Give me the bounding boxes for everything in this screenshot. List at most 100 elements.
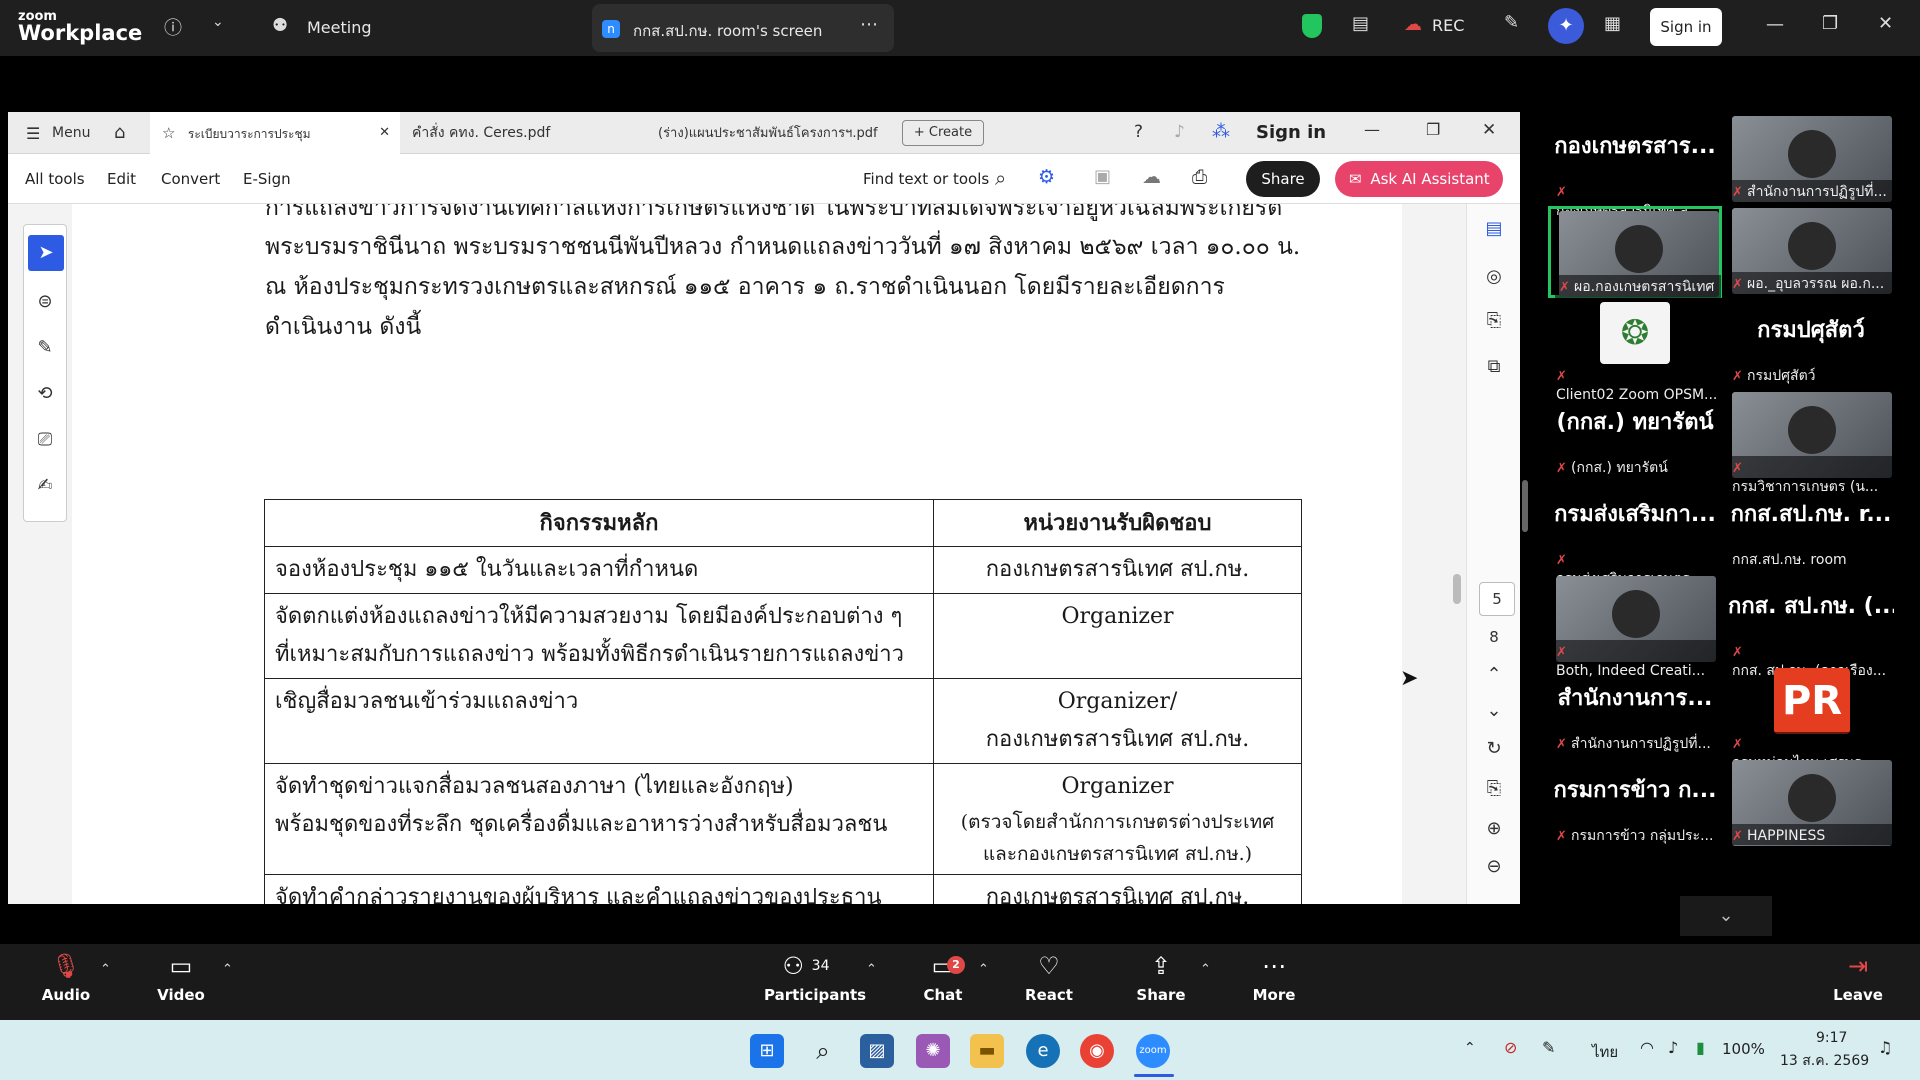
participants-button[interactable]: ⚇ 34 Participants [764,946,866,1004]
clock-time[interactable]: 9:17 [1816,1030,1847,1046]
page-number-input[interactable]: 5 [1479,582,1515,616]
scrollbar-thumb[interactable] [1453,574,1461,604]
tab-close-icon[interactable]: ✕ [379,112,390,154]
photos-app-icon[interactable]: ▨ [860,1034,894,1068]
rotate-icon[interactable]: ↻ [1467,738,1520,759]
meeting-label[interactable]: Meeting [307,18,372,37]
network-blocked-icon[interactable]: ⊘ [1504,1038,1517,1057]
bell-icon[interactable]: ♪ [1174,122,1185,142]
participant-tile[interactable]: ✗ Both, Indeed Creati... [1548,574,1722,680]
rec-label[interactable]: REC [1432,16,1464,35]
react-button[interactable]: ♡ React [1009,946,1089,1004]
security-shield-icon[interactable] [1302,14,1322,38]
clock-date[interactable]: 13 ส.ค. 2569 [1780,1050,1869,1072]
annotate-icon[interactable]: ✎ [1504,12,1519,33]
print-icon[interactable]: ⎙ [1192,166,1207,188]
draw-lasso-icon[interactable]: ⟲ [30,379,60,409]
gallery-next-page-icon[interactable]: ⌄ [1680,896,1772,936]
tool-convert[interactable]: Convert [161,170,220,188]
volume-icon[interactable]: ♪ [1668,1038,1678,1057]
share-caret[interactable]: ⌃ [1200,962,1211,977]
zoom-out-icon[interactable]: ⊖ [1467,856,1520,877]
participant-tile[interactable]: ✗ ผอ._อุบลวรรณ ผอ.ก... [1724,206,1898,298]
hamburger-menu-icon[interactable]: ☰ [26,124,40,143]
page-up-icon[interactable]: ⌃ [1467,664,1520,685]
pages-icon[interactable]: ⧉ [1467,356,1520,377]
document-page[interactable]: การแถลงข่าวการจัดงานเทศกาลแห่งการเกษตรแห… [72,204,1402,904]
edge-icon[interactable]: e [1026,1034,1060,1068]
pen-icon[interactable]: ✎ [1542,1038,1555,1057]
windows-start-icon[interactable]: ⊞ [750,1034,784,1068]
participant-tile[interactable]: ✗ กรมวิชาการเกษตร (น... [1724,390,1898,499]
leave-button[interactable]: ⇥ Leave [1818,946,1898,1004]
ask-ai-button[interactable]: ✉ Ask AI Assistant [1335,161,1503,197]
sign-icon[interactable]: ✍ [30,471,60,501]
acro-minimize-icon[interactable]: — [1364,120,1380,139]
language-indicator[interactable]: ไทย [1592,1040,1618,1064]
more-options-icon[interactable]: ⋯ [860,14,878,35]
participant-tile[interactable]: ✗ HAPPINESS [1724,758,1898,850]
upload-cloud-icon[interactable]: ☁ [1142,166,1161,188]
participant-tile[interactable]: กกส.สป.กษ. r... กกส.สป.กษ. room [1724,482,1898,574]
participant-tile[interactable]: สำนักงานการ... ✗ สำนักงานการปฏิรูปที่... [1548,666,1722,758]
create-button[interactable]: + Create [902,120,984,146]
apps-grid-icon[interactable]: ⁂ [1212,121,1230,142]
extract-page-icon[interactable]: ⎘ [1467,778,1520,799]
participant-tile[interactable]: ✗ ผอ.กองเกษตรสารนิเทศ [1548,206,1722,299]
participant-tile[interactable]: กรมส่งเสริมกา...✗ กรมส่งเสริมการเกษตร... [1548,482,1722,591]
file-explorer-icon[interactable]: ▬ [970,1034,1004,1068]
acro-close-icon[interactable]: ✕ [1482,120,1496,140]
ai-tools-icon[interactable]: ⚙ [1038,166,1055,188]
participant-tile[interactable]: PR✗ กรมหม่อนไหม เศรษฐ... [1724,666,1898,775]
bookmarks-icon[interactable]: ⎘ [1467,310,1520,331]
participant-tile[interactable]: กรมการข้าว ก... ✗ กรมการข้าว กลุ่มประ... [1548,758,1722,850]
comment-icon[interactable]: ⊜ [30,287,60,317]
tray-overflow-icon[interactable]: ⌃ [1464,1040,1476,1056]
battery-icon[interactable]: ▮ [1696,1038,1705,1057]
tab-pr-plan[interactable]: (ร่าง)แผนประชาสัมพันธ์โครงการฯ.pdf [658,112,898,154]
participant-tile[interactable]: ✗ สำนักงานการปฏิรูปที่... [1724,114,1898,206]
screen-share-tab[interactable]: n กกส.สป.กษ. room's screen ⋯ [592,4,894,52]
participant-tile[interactable]: กกส. สป.กษ. (...✗ กกส. สป.กษ. (ดาวเรือง.… [1724,574,1898,683]
edit-panel-icon[interactable]: ▤ [1467,218,1520,239]
comments-panel-icon[interactable]: ◎ [1467,266,1520,287]
page-down-icon[interactable]: ⌄ [1467,700,1520,721]
chat-button[interactable]: ▭ Chat 2 [903,946,983,1004]
minimize-icon[interactable]: — [1766,14,1784,35]
menu-button[interactable]: Menu [52,112,90,154]
share-screen-button[interactable]: ⇪ Share [1121,946,1201,1004]
video-button[interactable]: ▭ Video [141,946,221,1004]
participant-tile[interactable]: กรมปศุสัตว์ ✗ กรมปศุสัตว์ [1724,298,1898,390]
notifications-icon[interactable]: ♫ [1878,1038,1892,1057]
participants-caret[interactable]: ⌃ [866,962,877,977]
info-icon[interactable]: ⓘ [164,14,182,40]
tab-agenda[interactable]: ☆ ระเบียบวาระการประชุม ✕ [150,112,400,154]
audio-button[interactable]: 🎙︎ Audio [26,946,106,1004]
more-button[interactable]: ⋯ More [1234,946,1314,1004]
copilot-icon[interactable]: ✺ [916,1034,950,1068]
help-icon[interactable]: ? [1134,122,1143,142]
notes-icon[interactable]: ▤ [1352,13,1369,34]
participant-tile[interactable]: (กกส.) ทยารัตน์ ✗ (กกส.) ทยารัตน์ [1548,390,1722,482]
search-icon[interactable]: ⌕ [995,166,1006,190]
find-text-button[interactable]: Find text or tools [863,170,989,188]
apps-icon[interactable]: ▦ [1604,13,1621,34]
tool-all-tools[interactable]: All tools [25,170,85,188]
text-select-icon[interactable]: ⎚ [30,425,60,455]
video-options-caret[interactable]: ⌃ [222,962,233,977]
panel-resize-handle[interactable] [1522,480,1528,532]
zoom-in-icon[interactable]: ⊕ [1467,818,1520,839]
star-icon[interactable]: ☆ [162,124,175,142]
wifi-icon[interactable]: ◠ [1640,1038,1654,1057]
participant-tile[interactable]: ❂ ✗ Client02 Zoom OPSM... [1548,298,1722,404]
acrobat-signin[interactable]: Sign in [1256,122,1326,143]
taskbar-search-icon[interactable]: ⌕ [806,1034,840,1068]
audio-options-caret[interactable]: ⌃ [100,962,111,977]
restore-icon[interactable]: ❐ [1822,13,1838,34]
zoom-taskbar-icon[interactable]: zoom [1136,1034,1170,1068]
tab-ceres[interactable]: คำสั่ง คทง. Ceres.pdf [412,112,642,154]
save-icon[interactable]: ▣ [1094,166,1111,187]
home-icon[interactable]: ⌂ [114,122,125,143]
select-cursor-icon[interactable]: ➤ [28,235,64,271]
chevron-down-icon[interactable]: ⌄ [212,14,224,30]
